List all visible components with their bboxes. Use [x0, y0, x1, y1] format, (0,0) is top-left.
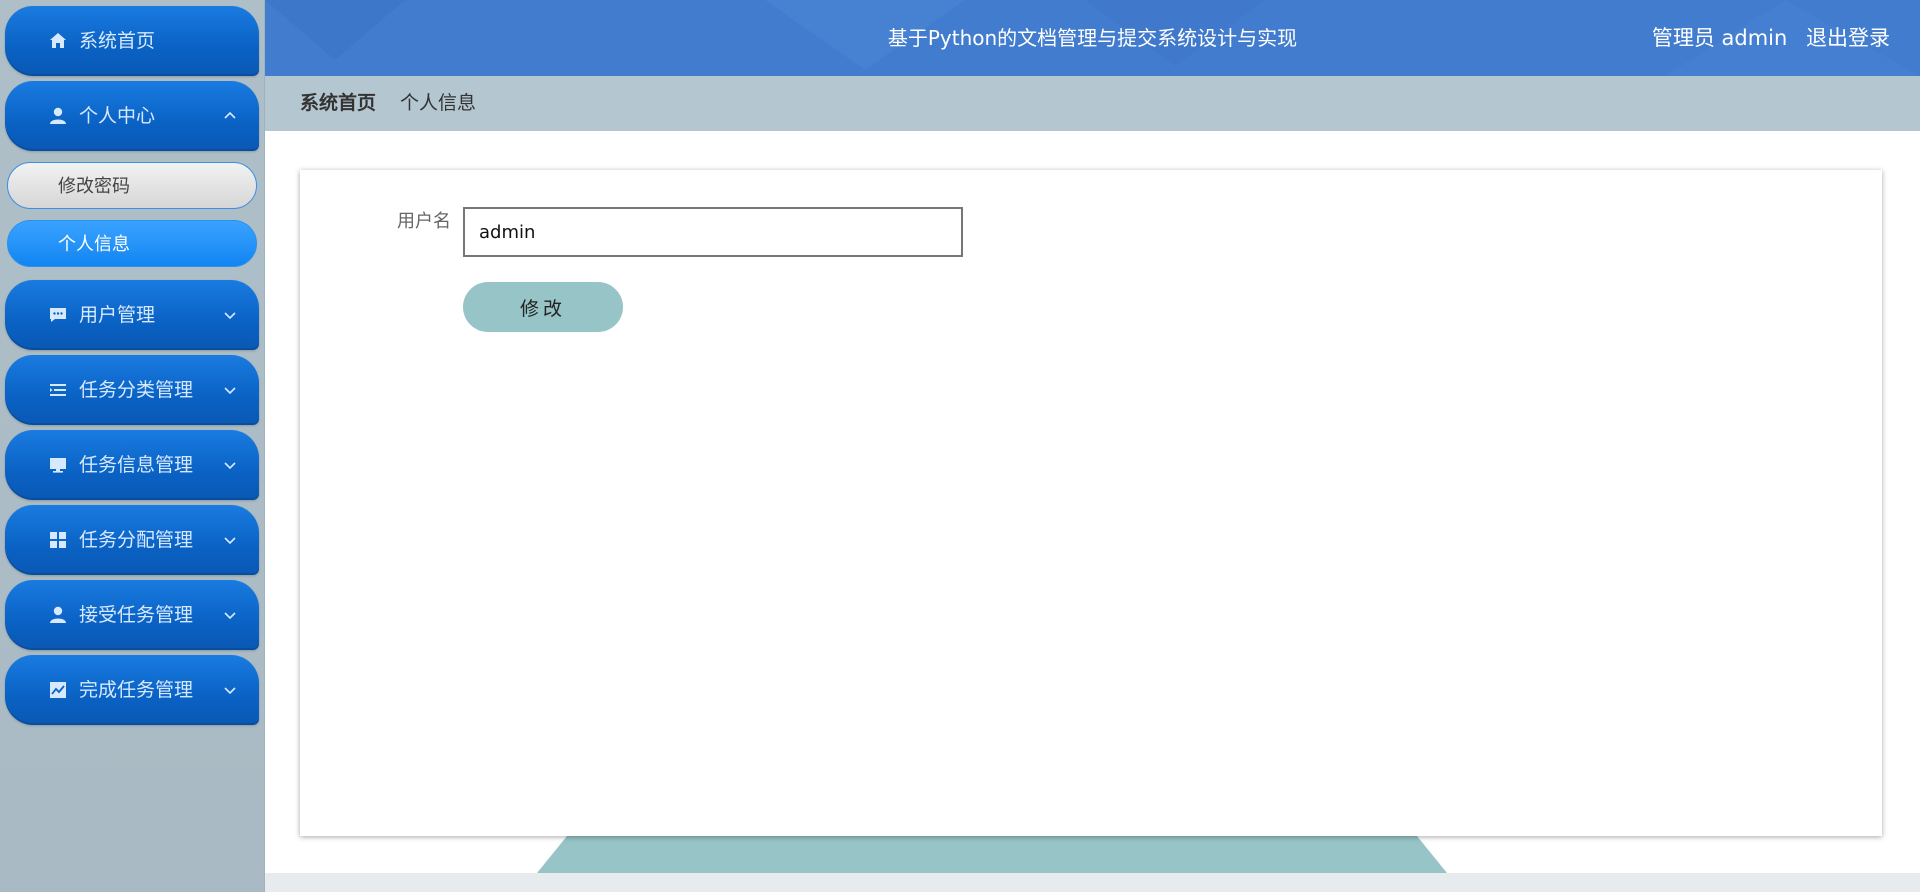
chevron-down-icon: [222, 655, 238, 725]
decorative-teal-shape: [537, 836, 1447, 873]
header-user-area: 管理员 admin 退出登录: [1652, 0, 1890, 76]
chevron-down-icon: [222, 430, 238, 500]
modify-button[interactable]: 修改: [463, 282, 623, 332]
breadcrumb: 系统首页 个人信息: [265, 76, 1920, 131]
chevron-up-icon: [222, 81, 238, 151]
sidebar-item-label: 用户管理: [79, 304, 156, 326]
sidebar-item-label: 任务分类管理: [79, 379, 194, 401]
monitor-icon: [46, 430, 70, 500]
chevron-down-icon: [222, 280, 238, 350]
chart-icon: [46, 655, 70, 725]
sidebar-item-user-management[interactable]: 用户管理: [5, 280, 259, 350]
home-icon: [46, 6, 70, 76]
sidebar-item-task-category[interactable]: 任务分类管理: [5, 355, 259, 425]
sidebar-item-complete-task[interactable]: 完成任务管理: [5, 655, 259, 725]
header-bar: 基于Python的文档管理与提交系统设计与实现 管理员 admin 退出登录: [265, 0, 1920, 76]
chat-icon: [46, 280, 70, 350]
chevron-down-icon: [222, 355, 238, 425]
person-icon: [46, 580, 70, 650]
sidebar-item-label: 接受任务管理: [79, 604, 194, 626]
list-icon: [46, 355, 70, 425]
bottom-strip: [265, 873, 1920, 892]
username-input[interactable]: [463, 207, 963, 257]
sidebar-item-home[interactable]: 系统首页: [5, 6, 259, 76]
grid-icon: [46, 505, 70, 575]
chevron-down-icon: [222, 505, 238, 575]
current-user-label: 管理员 admin: [1651, 26, 1788, 50]
sidebar-item-label: 任务信息管理: [79, 454, 194, 476]
sidebar-item-accept-task[interactable]: 接受任务管理: [5, 580, 259, 650]
logout-link[interactable]: 退出登录: [1806, 0, 1890, 76]
sidebar-item-task-info[interactable]: 任务信息管理: [5, 430, 259, 500]
sidebar-item-personal-center[interactable]: 个人中心: [5, 81, 259, 151]
person-icon: [46, 81, 70, 151]
sidebar-item-label: 个人中心: [79, 105, 156, 127]
breadcrumb-current: 个人信息: [400, 92, 477, 114]
sidebar: 系统首页 个人中心 修改密码 个人信息 用户管理 任务分类管理 任务信息管理 任…: [0, 0, 265, 892]
chevron-down-icon: [222, 580, 238, 650]
breadcrumb-home[interactable]: 系统首页: [300, 76, 376, 131]
sidebar-item-label: 完成任务管理: [79, 679, 194, 701]
sidebar-subitem-personal-info[interactable]: 个人信息: [7, 220, 257, 267]
form-card: 用户名 修改: [300, 170, 1882, 836]
sidebar-subitem-change-password[interactable]: 修改密码: [7, 162, 257, 209]
sidebar-item-label: 任务分配管理: [79, 529, 194, 551]
sidebar-item-task-assignment[interactable]: 任务分配管理: [5, 505, 259, 575]
sidebar-item-label: 系统首页: [79, 30, 156, 52]
